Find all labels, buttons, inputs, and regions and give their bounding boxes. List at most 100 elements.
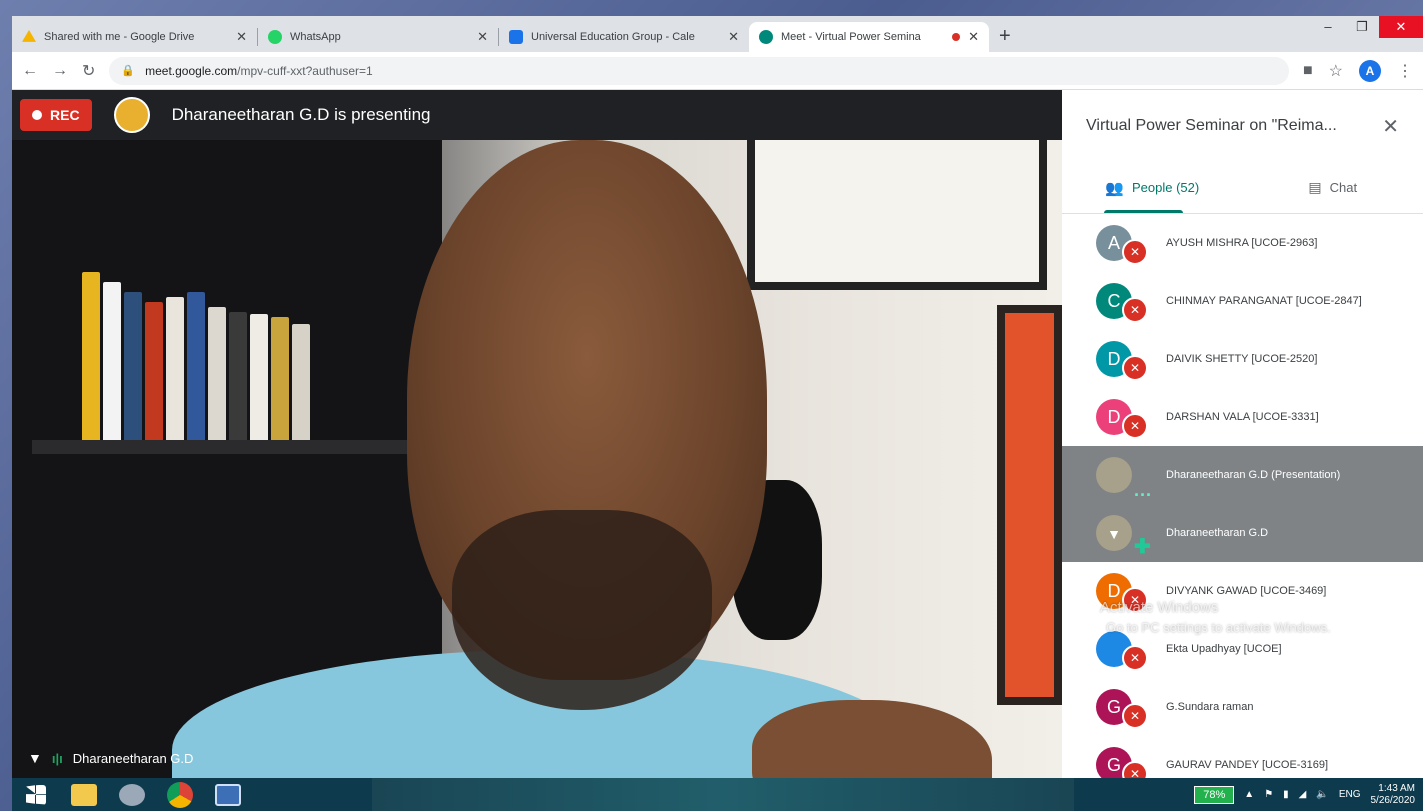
- avatar-initial: D: [1107, 349, 1121, 369]
- picture-viewer-app[interactable]: [204, 778, 252, 811]
- new-tab-button[interactable]: +: [989, 25, 1021, 52]
- rec-button[interactable]: REC: [20, 99, 92, 131]
- back-button[interactable]: ←: [22, 62, 38, 80]
- address-bar[interactable]: 🔒 meet.google.com/mpv-cuff-xxt?authuser=…: [109, 56, 1289, 85]
- paint-app[interactable]: [108, 778, 156, 811]
- meet-icon: [759, 30, 773, 44]
- url-path: /mpv-cuff-xxt?authuser=1: [237, 63, 373, 78]
- network-icon[interactable]: ◢: [1299, 789, 1307, 800]
- tab-calendar[interactable]: Universal Education Group - Cale ✕: [499, 22, 749, 52]
- clock-time: 1:43 AM: [1378, 782, 1415, 794]
- chrome-icon: [167, 781, 193, 808]
- participant-name: Ekta Upadhyay [UCOE]: [1166, 643, 1282, 655]
- pin-icon: ▼: [1107, 526, 1121, 542]
- watermark-subtitle: Go to PC settings to activate Windows.: [1106, 620, 1331, 635]
- mic-off-icon: ✕: [1122, 703, 1148, 729]
- tab-whatsapp[interactable]: WhatsApp ✕: [258, 22, 498, 52]
- audio-bars-icon: ı|ı: [51, 750, 63, 766]
- folder-icon: [71, 783, 97, 806]
- mic-off-icon: ✕: [1122, 355, 1148, 381]
- close-icon[interactable]: ✕: [728, 29, 739, 45]
- pin-icon[interactable]: ▼: [28, 750, 42, 766]
- presenting-text: Dharaneetharan G.D is presenting: [171, 105, 431, 124]
- video-footer: ▼ ı|ı Dharaneetharan G.D: [28, 750, 193, 766]
- clock[interactable]: 1:43 AM 5/26/2020: [1371, 783, 1416, 807]
- flag-icon[interactable]: ⚑: [1264, 789, 1273, 800]
- browser-tab-strip: Shared with me - Google Drive ✕ WhatsApp…: [12, 16, 1423, 52]
- volume-icon[interactable]: 🔈: [1316, 789, 1328, 800]
- participant-name: GAURAV PANDEY [UCOE-3169]: [1166, 759, 1328, 771]
- browser-toolbar: ← → ↻ 🔒 meet.google.com/mpv-cuff-xxt?aut…: [12, 52, 1423, 90]
- speaker-beard: [452, 510, 712, 710]
- participant-row-presentation[interactable]: ··· Dharaneetharan G.D (Presentation): [1062, 446, 1423, 505]
- watermark-title: Activate Windows: [1100, 599, 1219, 616]
- wall-art-image: [747, 140, 1047, 290]
- window-close-button[interactable]: ✕: [1379, 16, 1423, 38]
- close-icon[interactable]: ✕: [968, 29, 979, 45]
- speaker-hand: [752, 700, 992, 778]
- participant-row[interactable]: D ✕ DARSHAN VALA [UCOE-3331]: [1062, 388, 1423, 446]
- system-tray: 78% ▲ ⚑ ▮ ◢ 🔈 ENG 1:43 AM 5/26/2020: [1194, 783, 1423, 807]
- restore-button[interactable]: ❐: [1345, 16, 1379, 38]
- mic-off-icon: ✕: [1122, 413, 1148, 439]
- close-icon[interactable]: ✕: [1382, 114, 1399, 139]
- forward-button[interactable]: →: [52, 62, 68, 80]
- participant-name: AYUSH MISHRA [UCOE-2963]: [1166, 237, 1318, 249]
- participant-row[interactable]: D ✕ DAIVIK SHETTY [UCOE-2520]: [1062, 330, 1423, 388]
- tab-chat-label: Chat: [1329, 180, 1358, 195]
- battery-indicator[interactable]: 78%: [1194, 785, 1235, 804]
- recording-bar: REC Dharaneetharan G.D is presenting: [12, 90, 1062, 140]
- tab-google-drive[interactable]: Shared with me - Google Drive ✕: [12, 22, 257, 52]
- avatar-initial: D: [1107, 407, 1121, 427]
- participant-list: A ✕ AYUSH MISHRA [UCOE-2963] C ✕ CHINMAY P…: [1062, 214, 1423, 778]
- panel-tabs: 👥 People (52) ▤ Chat: [1062, 162, 1423, 214]
- menu-icon[interactable]: ⋮: [1397, 61, 1413, 81]
- recording-dot-icon: [952, 33, 961, 41]
- avatar: C ✕: [1096, 283, 1148, 323]
- move-icon: ✚: [1134, 536, 1151, 558]
- minimize-button[interactable]: –: [1311, 16, 1345, 38]
- battery-icon[interactable]: ▮: [1283, 789, 1289, 800]
- start-button[interactable]: [12, 778, 60, 811]
- chrome-app[interactable]: [156, 778, 204, 811]
- tab-people[interactable]: 👥 People (52): [1062, 162, 1243, 213]
- url-text: meet.google.com/mpv-cuff-xxt?authuser=1: [145, 64, 373, 78]
- participant-row-presenter[interactable]: ▼ ✚ Dharaneetharan G.D: [1062, 504, 1423, 562]
- avatar: G ✕: [1096, 689, 1148, 729]
- tab-title: Universal Education Group - Cale: [531, 31, 695, 43]
- account-avatar[interactable]: A: [1359, 59, 1381, 82]
- close-icon[interactable]: ✕: [477, 29, 488, 45]
- shelf-board: [32, 440, 432, 454]
- star-icon[interactable]: ☆: [1329, 61, 1343, 81]
- tab-chat[interactable]: ▤ Chat: [1243, 162, 1423, 213]
- tab-title: Meet - Virtual Power Semina: [781, 31, 921, 43]
- reload-button[interactable]: ↻: [82, 61, 95, 81]
- lock-icon: 🔒: [121, 65, 136, 77]
- file-explorer-app[interactable]: [60, 778, 108, 811]
- google-drive-icon: [22, 30, 36, 42]
- tab-meet[interactable]: Meet - Virtual Power Semina ✕: [749, 22, 989, 52]
- camera-icon[interactable]: ■: [1303, 62, 1313, 80]
- clock-date: 5/26/2020: [1370, 794, 1416, 806]
- mic-off-icon: ✕: [1122, 239, 1148, 265]
- participant-name: Dharaneetharan G.D (Presentation): [1166, 469, 1341, 481]
- meet-window: REC Dharaneetharan G.D is presenting ▼ ı…: [12, 90, 1423, 778]
- show-hidden-icons[interactable]: ▲: [1244, 789, 1254, 800]
- participant-name: DIVYANK GAWAD [UCOE-3469]: [1166, 585, 1327, 597]
- taskbar-empty-area: [372, 778, 1075, 811]
- red-painting-image: [997, 305, 1062, 705]
- activate-windows-watermark: Activate Windows Go to PC settings to ac…: [1100, 598, 1331, 638]
- participant-name: DAIVIK SHETTY [UCOE-2520]: [1166, 353, 1318, 365]
- main-video: REC Dharaneetharan G.D is presenting ▼ ı…: [12, 90, 1062, 778]
- participant-row[interactable]: A ✕ AYUSH MISHRA [UCOE-2963]: [1062, 214, 1423, 272]
- video-participant-name: Dharaneetharan G.D: [72, 750, 194, 766]
- tab-people-label: People (52): [1131, 180, 1200, 195]
- participant-row[interactable]: G ✕ GAURAV PANDEY [UCOE-3169]: [1062, 736, 1423, 778]
- participant-row[interactable]: C ✕ CHINMAY PARANGANAT [UCOE-2847]: [1062, 272, 1423, 330]
- language-indicator[interactable]: ENG: [1339, 789, 1361, 800]
- participant-name: CHINMAY PARANGANAT [UCOE-2847]: [1166, 295, 1362, 307]
- avatar-initial: G: [1106, 697, 1121, 717]
- participant-row[interactable]: G ✕ G.Sundara raman: [1062, 678, 1423, 736]
- close-icon[interactable]: ✕: [236, 29, 247, 45]
- tab-title: Shared with me - Google Drive: [44, 31, 195, 43]
